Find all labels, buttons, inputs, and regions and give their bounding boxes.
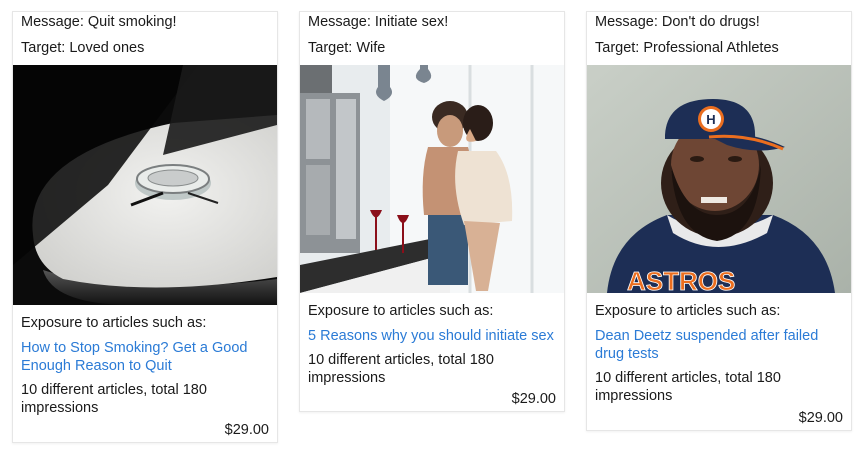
ashtray-photo [13, 65, 277, 305]
card-target: Target: Loved ones [21, 40, 145, 56]
campaign-card-quit-smoking[interactable]: Message: Quit smoking! Target: Loved one… [12, 11, 278, 443]
card-message: Message: Don't do drugs! [595, 14, 760, 30]
exposure-label: Exposure to articles such as: [21, 315, 207, 331]
article-link[interactable]: Dean Deetz suspended after failed drug t… [587, 327, 851, 363]
card-target: Target: Wife [308, 40, 386, 56]
price-label: $29.00 [224, 422, 269, 438]
article-link[interactable]: 5 Reasons why you should initiate sex [300, 327, 564, 345]
exposure-label: Exposure to articles such as: [308, 303, 494, 319]
exposure-label: Exposure to articles such as: [595, 303, 781, 319]
jersey-logo-text: ASTROS [627, 266, 735, 293]
article-stats: 10 different articles, total 180 impress… [595, 370, 781, 404]
cap-logo-text: H [706, 112, 715, 127]
article-link[interactable]: How to Stop Smoking? Get a Good Enough R… [13, 339, 277, 375]
card-message: Message: Quit smoking! [21, 14, 177, 30]
article-stats: 10 different articles, total 180 impress… [21, 382, 207, 416]
card-target: Target: Professional Athletes [595, 40, 779, 56]
article-stats: 10 different articles, total 180 impress… [308, 352, 494, 386]
card-message: Message: Initiate sex! [308, 14, 449, 30]
couple-photo [300, 65, 564, 293]
athlete-photo: ASTROS H [587, 65, 851, 293]
price-label: $29.00 [798, 410, 843, 426]
campaign-card-initiate-sex[interactable]: Message: Initiate sex! Target: Wife Expo… [299, 11, 565, 412]
campaign-card-dont-do-drugs[interactable]: Message: Don't do drugs! Target: Profess… [586, 11, 852, 431]
price-label: $29.00 [511, 391, 556, 407]
